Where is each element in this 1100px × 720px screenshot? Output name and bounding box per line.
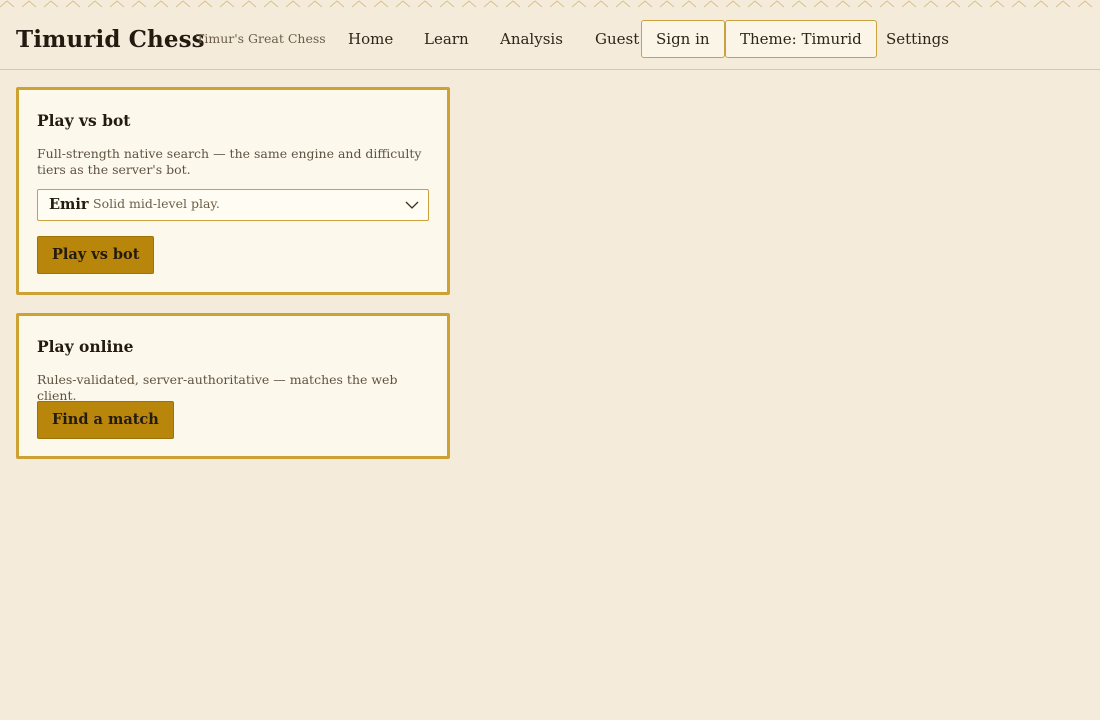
sign-in-button[interactable]: Sign in — [641, 20, 725, 58]
difficulty-description: Solid mid-level play. — [93, 196, 220, 211]
difficulty-name: Emir — [49, 196, 89, 213]
chevron-down-icon — [405, 201, 419, 209]
nav-analysis[interactable]: Analysis — [500, 30, 563, 48]
theme-button[interactable]: Theme: Timurid — [725, 20, 877, 58]
card-description: Rules-validated, server-authoritative — … — [37, 372, 398, 403]
top-header: Timurid Chess Timur's Great Chess Home L… — [0, 0, 1100, 70]
brand-tagline: Timur's Great Chess — [196, 31, 326, 46]
card-description: Full-strength native search — the same e… — [37, 146, 422, 177]
play-vs-bot-button[interactable]: Play vs bot — [37, 236, 155, 274]
card-title: Play online — [37, 337, 134, 356]
play-vs-bot-card: Play vs bot Full-strength native search … — [16, 87, 450, 295]
card-title: Play vs bot — [37, 111, 131, 130]
bot-difficulty-select[interactable]: Emir Solid mid-level play. — [37, 189, 429, 221]
find-match-button[interactable]: Find a match — [37, 401, 174, 439]
play-online-card: Play online Rules-validated, server-auth… — [16, 313, 450, 459]
guest-label: Guest — [595, 30, 640, 48]
brand-title[interactable]: Timurid Chess — [16, 26, 205, 53]
nav-home[interactable]: Home — [348, 30, 393, 48]
nav-settings[interactable]: Settings — [886, 30, 949, 48]
nav-learn[interactable]: Learn — [424, 30, 469, 48]
